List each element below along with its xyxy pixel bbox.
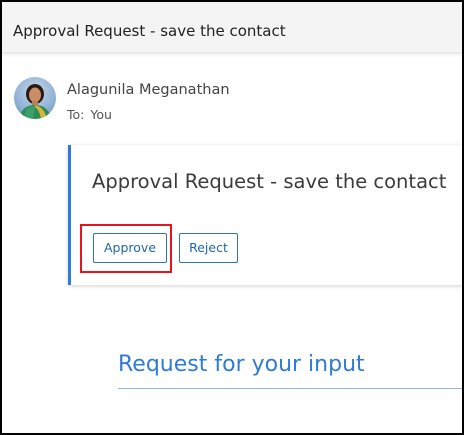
email-subject: Approval Request - save the contact	[13, 22, 286, 40]
sender-name[interactable]: Alagunila Meganathan	[67, 82, 230, 98]
email-header: Approval Request - save the contact	[2, 2, 462, 53]
approve-button[interactable]: Approve	[93, 233, 167, 263]
recipient-line: To: You	[67, 107, 112, 122]
email-view: Approval Request - save the contact Alag…	[0, 0, 464, 435]
avatar-photo-icon	[19, 84, 51, 119]
request-input-heading: Request for your input	[118, 352, 365, 377]
to-label: To:	[67, 107, 85, 122]
approval-card-title: Approval Request - save the contact	[92, 170, 447, 193]
recipient-value[interactable]: You	[90, 107, 112, 122]
sender-avatar[interactable]	[14, 77, 56, 119]
approval-card: Approval Request - save the contact Appr…	[68, 145, 462, 285]
reject-button[interactable]: Reject	[179, 233, 238, 263]
heading-underline	[118, 388, 462, 389]
